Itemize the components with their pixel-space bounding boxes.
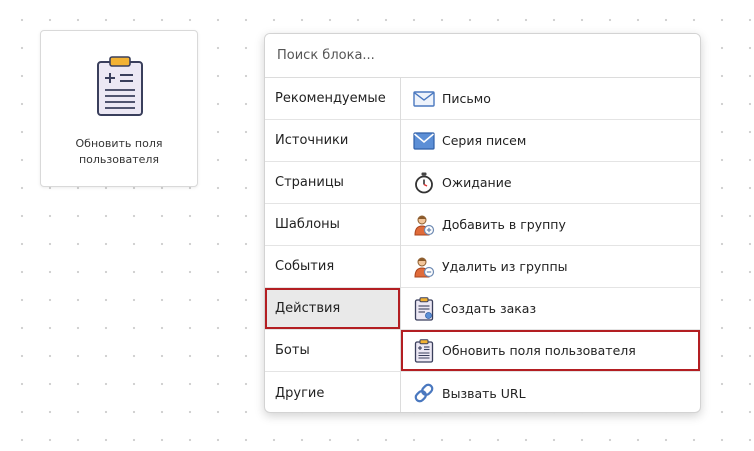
block-item-label: Обновить поля пользователя [442,343,636,358]
category-label: Источники [275,133,349,148]
envelope-icon [413,88,435,110]
block-item-label: Создать заказ [442,301,537,316]
link-icon [413,382,435,404]
category-sources[interactable]: Источники [265,120,400,162]
category-label: Рекомендуемые [275,91,386,106]
category-label: Страницы [275,175,344,190]
canvas-block-update-user-fields[interactable]: Обновить поля пользователя [40,30,198,187]
category-label: Другие [275,385,325,401]
block-item-label: Письмо [442,91,491,106]
clipboard-order-icon [413,296,435,321]
user-add-icon [413,214,435,236]
category-actions[interactable]: Действия [265,288,400,330]
canvas-block-title: Обновить поля пользователя [75,137,163,166]
block-item-label: Ожидание [442,175,512,190]
stopwatch-icon [413,172,435,194]
clipboard-plus-equals-icon [95,55,145,117]
category-label: События [275,259,335,274]
block-picker: Рекомендуемые Источники Страницы Шаблоны… [264,33,701,413]
category-label: Боты [275,343,310,358]
clipboard-update-icon [413,338,435,363]
block-item-email-series[interactable]: Серия писем [401,120,700,162]
block-item-label: Вызвать URL [442,385,526,401]
category-events[interactable]: События [265,246,400,288]
block-item-add-to-group[interactable]: Добавить в группу [401,204,700,246]
category-bots[interactable]: Боты [265,330,400,372]
category-list: Рекомендуемые Источники Страницы Шаблоны… [265,78,400,412]
user-remove-icon [413,256,435,278]
block-item-label: Добавить в группу [442,217,566,232]
category-label: Действия [275,301,341,316]
category-pages[interactable]: Страницы [265,162,400,204]
category-recommended[interactable]: Рекомендуемые [265,78,400,120]
block-item-wait[interactable]: Ожидание [401,162,700,204]
block-item-call-url[interactable]: Вызвать URL [401,372,700,412]
block-item-remove-from-group[interactable]: Удалить из группы [401,246,700,288]
category-other[interactable]: Другие [265,372,400,412]
category-templates[interactable]: Шаблоны [265,204,400,246]
block-item-update-user-fields[interactable]: Обновить поля пользователя [401,330,700,372]
block-list: Письмо Серия писем Ожидание Добавить в г… [400,78,700,412]
block-search-input[interactable] [265,34,700,78]
block-item-create-order[interactable]: Создать заказ [401,288,700,330]
block-item-email[interactable]: Письмо [401,78,700,120]
block-item-label: Серия писем [442,133,527,148]
envelope-large-icon [413,130,435,152]
category-label: Шаблоны [275,217,340,232]
block-item-label: Удалить из группы [442,259,568,274]
